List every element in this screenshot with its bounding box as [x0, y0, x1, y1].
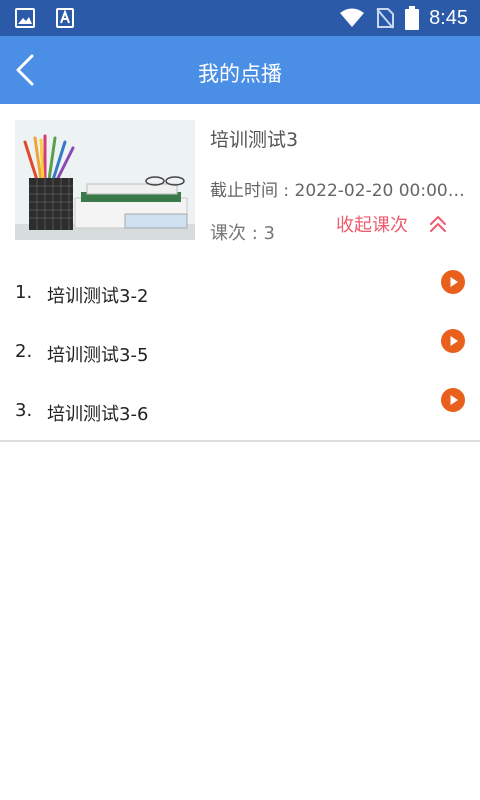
lesson-item[interactable]: 3. 培训测试3-6: [0, 383, 480, 442]
image-icon: [15, 8, 35, 28]
play-icon[interactable]: [441, 329, 465, 353]
page-title: 我的点播: [198, 62, 282, 86]
lesson-list: 1. 培训测试3-2 2. 培训测试3-5 3. 培训测试3-6: [0, 265, 480, 442]
status-left-icons: [14, 7, 76, 29]
course-deadline: 截止时间 : 2022-02-20 00:00:00: [210, 181, 466, 201]
battery-icon: [405, 6, 420, 30]
lesson-name: 培训测试3-6: [47, 404, 149, 425]
pencil-cup-image: [15, 120, 195, 240]
a-download-icon: [56, 8, 74, 28]
wifi-icon: [340, 8, 365, 27]
course-title: 培训测试3: [210, 129, 299, 151]
double-chevron-up-icon: [430, 216, 446, 232]
lesson-index: 1.: [15, 282, 33, 303]
app-bar: 我的点播: [0, 36, 480, 104]
course-card: 培训测试3 截止时间 : 2022-02-20 00:00:00 课次 : 3 …: [0, 104, 480, 256]
status-right-icons: 8:45: [339, 6, 468, 30]
lesson-index: 2.: [15, 341, 33, 362]
collapse-lessons-button[interactable]: 收起课次: [336, 211, 448, 237]
course-thumbnail[interactable]: [15, 120, 195, 240]
status-bar: 8:45: [0, 0, 480, 36]
play-icon[interactable]: [441, 270, 465, 294]
play-icon[interactable]: [441, 388, 465, 412]
lesson-name: 培训测试3-2: [47, 286, 149, 307]
no-sim-icon: [376, 8, 395, 29]
lesson-name: 培训测试3-5: [47, 345, 149, 366]
lesson-index: 3.: [15, 400, 33, 421]
lesson-item[interactable]: 2. 培训测试3-5: [0, 324, 480, 383]
list-divider: [0, 440, 480, 442]
lesson-item[interactable]: 1. 培训测试3-2: [0, 265, 480, 324]
collapse-lessons-label: 收起课次: [336, 215, 408, 236]
clock: 8:45: [429, 6, 468, 29]
lesson-count: 课次 : 3: [210, 223, 275, 244]
